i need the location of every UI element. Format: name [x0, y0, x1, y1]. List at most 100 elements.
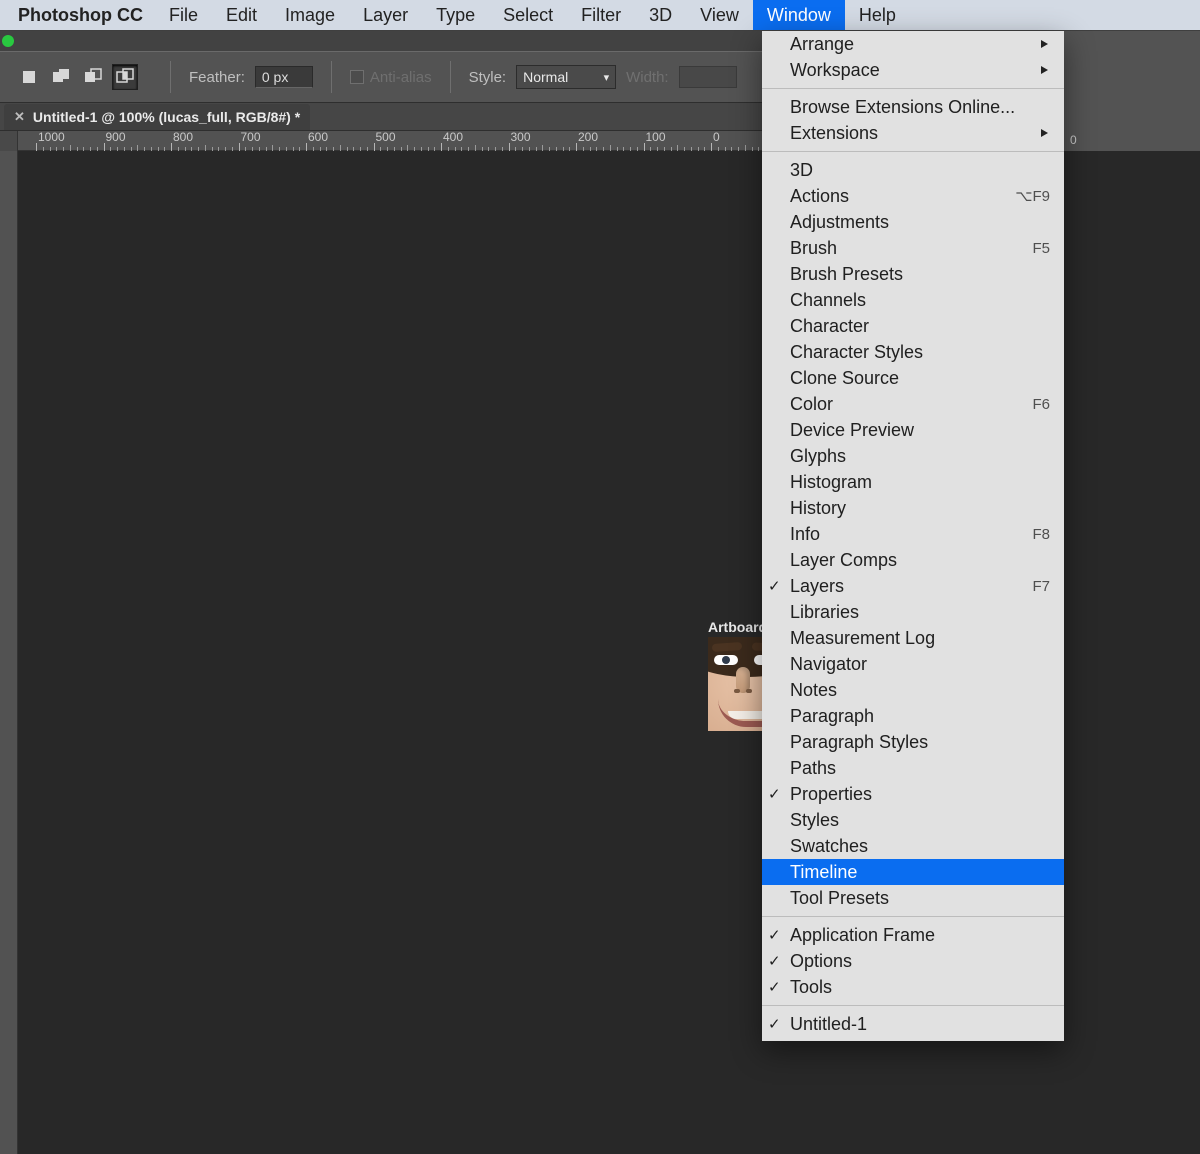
menu-item-label: Measurement Log [790, 628, 935, 649]
menu-item-paragraph-styles[interactable]: Paragraph Styles [762, 729, 1064, 755]
menubar-item-edit[interactable]: Edit [212, 0, 271, 30]
menu-item-color[interactable]: ColorF6 [762, 391, 1064, 417]
menubar-item-file[interactable]: File [155, 0, 212, 30]
close-icon[interactable]: ✕ [14, 109, 25, 125]
menubar-item-select[interactable]: Select [489, 0, 567, 30]
menubar-item-window[interactable]: Window [753, 0, 845, 30]
menubar: Photoshop CC FileEditImageLayerTypeSelec… [0, 0, 1200, 31]
menu-item-3d[interactable]: 3D [762, 157, 1064, 183]
menu-item-label: Navigator [790, 654, 867, 675]
menu-item-label: Notes [790, 680, 837, 701]
menu-item-options[interactable]: ✓Options [762, 948, 1064, 974]
menu-item-notes[interactable]: Notes [762, 677, 1064, 703]
menu-item-label: Properties [790, 784, 872, 805]
menu-item-timeline[interactable]: Timeline [762, 859, 1064, 885]
ruler-tick: 900 [104, 131, 126, 151]
traffic-lights [2, 35, 14, 47]
menu-item-properties[interactable]: ✓Properties [762, 781, 1064, 807]
style-select[interactable]: Normal ▾ [516, 65, 616, 89]
menu-item-tool-presets[interactable]: Tool Presets [762, 885, 1064, 911]
menu-item-label: Layers [790, 576, 844, 597]
ruler-tick-label: 600 [306, 131, 328, 143]
menu-item-glyphs[interactable]: Glyphs [762, 443, 1064, 469]
menu-item-libraries[interactable]: Libraries [762, 599, 1064, 625]
menu-item-layer-comps[interactable]: Layer Comps [762, 547, 1064, 573]
width-input [679, 66, 737, 88]
width-label: Width: [626, 69, 669, 86]
menu-item-navigator[interactable]: Navigator [762, 651, 1064, 677]
menu-item-label: Extensions [790, 123, 878, 144]
feather-input[interactable] [255, 66, 313, 88]
menu-item-label: Timeline [790, 862, 857, 883]
menu-item-label: 3D [790, 160, 813, 181]
menu-item-label: Paragraph [790, 706, 874, 727]
artboard-label[interactable]: Artboard [708, 619, 767, 635]
menu-item-history[interactable]: History [762, 495, 1064, 521]
ruler-tick-label: 200 [576, 131, 598, 143]
menu-item-label: Color [790, 394, 833, 415]
menubar-item-image[interactable]: Image [271, 0, 349, 30]
selection-add-icon[interactable] [48, 64, 74, 90]
menu-item-label: Styles [790, 810, 839, 831]
menubar-item-type[interactable]: Type [422, 0, 489, 30]
document-tab[interactable]: ✕ Untitled-1 @ 100% (lucas_full, RGB/8#)… [4, 104, 310, 130]
menu-item-workspace[interactable]: Workspace [762, 57, 1064, 83]
menu-item-label: Options [790, 951, 852, 972]
menubar-app-name[interactable]: Photoshop CC [6, 0, 155, 30]
menubar-item-filter[interactable]: Filter [567, 0, 635, 30]
menu-item-extensions[interactable]: Extensions [762, 120, 1064, 146]
menu-item-swatches[interactable]: Swatches [762, 833, 1064, 859]
menu-item-adjustments[interactable]: Adjustments [762, 209, 1064, 235]
style-label: Style: [469, 69, 507, 86]
menu-item-label: Browse Extensions Online... [790, 97, 1015, 118]
menubar-item-view[interactable]: View [686, 0, 753, 30]
menu-item-info[interactable]: InfoF8 [762, 521, 1064, 547]
menu-item-arrange[interactable]: Arrange [762, 31, 1064, 57]
traffic-light-green[interactable] [2, 35, 14, 47]
menu-item-paths[interactable]: Paths [762, 755, 1064, 781]
menu-item-tools[interactable]: ✓Tools [762, 974, 1064, 1000]
selection-intersect-icon[interactable] [112, 64, 138, 90]
menu-item-label: Channels [790, 290, 866, 311]
menu-item-brush-presets[interactable]: Brush Presets [762, 261, 1064, 287]
ruler-tick: 700 [239, 131, 261, 151]
menu-item-character-styles[interactable]: Character Styles [762, 339, 1064, 365]
check-icon: ✓ [768, 978, 781, 996]
ruler-tick-label: 700 [239, 131, 261, 143]
menubar-item-help[interactable]: Help [845, 0, 910, 30]
menu-item-histogram[interactable]: Histogram [762, 469, 1064, 495]
ruler-tick-label: 0 [711, 131, 720, 143]
menu-separator [762, 916, 1064, 917]
menu-item-label: Libraries [790, 602, 859, 623]
menu-item-paragraph[interactable]: Paragraph [762, 703, 1064, 729]
menu-item-label: Untitled-1 [790, 1014, 867, 1035]
ruler-tick: 600 [306, 131, 328, 151]
ruler-tick-label: 500 [374, 131, 396, 143]
style-select-value: Normal [523, 69, 568, 85]
selection-new-icon[interactable] [16, 64, 42, 90]
menubar-item-layer[interactable]: Layer [349, 0, 422, 30]
menu-item-layers[interactable]: ✓LayersF7 [762, 573, 1064, 599]
menu-item-styles[interactable]: Styles [762, 807, 1064, 833]
menu-item-clone-source[interactable]: Clone Source [762, 365, 1064, 391]
menubar-item-3d[interactable]: 3D [635, 0, 686, 30]
ruler-tick: 400 [441, 131, 463, 151]
menu-item-browse-extensions-online[interactable]: Browse Extensions Online... [762, 94, 1064, 120]
menu-item-measurement-log[interactable]: Measurement Log [762, 625, 1064, 651]
options-bar-overflow: 0 [1064, 31, 1200, 155]
selection-subtract-icon[interactable] [80, 64, 106, 90]
ruler-tick: 200 [576, 131, 598, 151]
check-icon: ✓ [768, 1015, 781, 1033]
menu-item-channels[interactable]: Channels [762, 287, 1064, 313]
menu-item-application-frame[interactable]: ✓Application Frame [762, 922, 1064, 948]
menu-item-actions[interactable]: Actions⌥F9 [762, 183, 1064, 209]
menu-item-character[interactable]: Character [762, 313, 1064, 339]
menu-item-untitled-1[interactable]: ✓ Untitled-1 [762, 1011, 1064, 1037]
menu-item-brush[interactable]: BrushF5 [762, 235, 1064, 261]
menu-item-device-preview[interactable]: Device Preview [762, 417, 1064, 443]
menu-item-label: Histogram [790, 472, 872, 493]
menu-item-label: Character Styles [790, 342, 923, 363]
anti-alias-label: Anti-alias [370, 69, 432, 86]
ruler-tick-label: 900 [104, 131, 126, 143]
menu-item-label: Character [790, 316, 869, 337]
